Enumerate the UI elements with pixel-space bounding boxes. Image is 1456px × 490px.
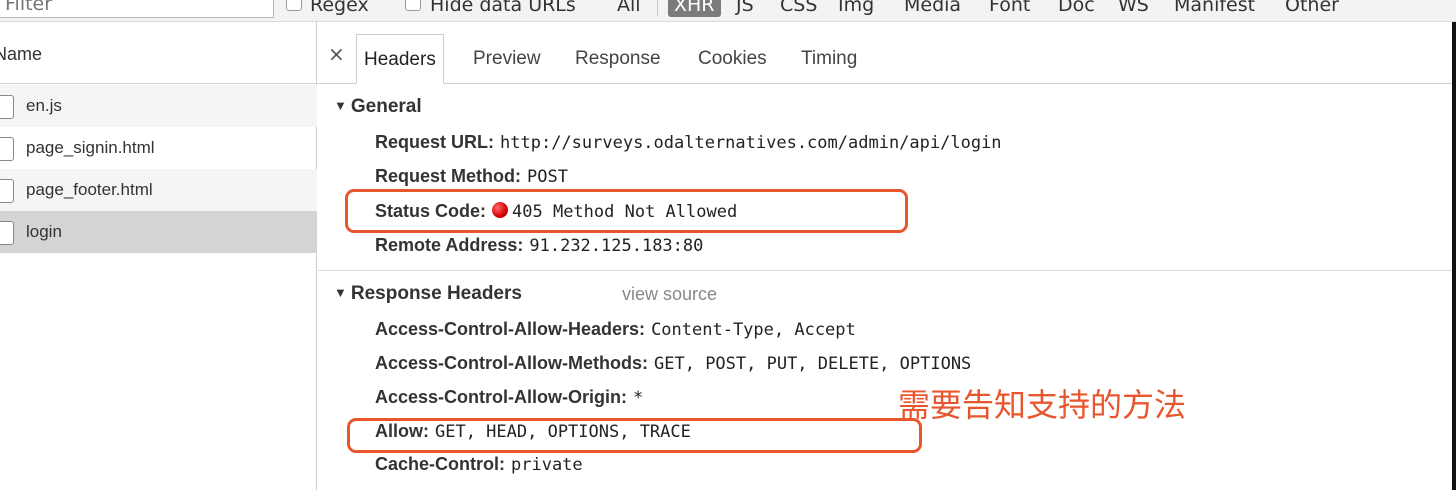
type-filter-manifest[interactable]: Manifest [1174,0,1255,17]
section-divider [318,270,1456,271]
collapse-triangle-icon: ▼ [334,98,347,113]
request-details: × Headers Preview Response Cookies Timin… [318,22,1456,490]
header-row-request-url: Request URL: http://surveys.odalternative… [375,132,1002,153]
header-value: Content-Type, Accept [651,320,856,340]
header-value: POST [527,167,568,187]
tab-timing[interactable]: Timing [794,34,864,84]
header-row-acao: Access-Control-Allow-Origin: * [375,387,643,408]
header-row-remote-address: Remote Address: 91.232.125.183:80 [375,235,703,256]
type-filter-js[interactable]: JS [736,0,754,17]
tab-response[interactable]: Response [568,34,668,84]
type-filter-css[interactable]: CSS [780,0,817,17]
header-row-acah: Access-Control-Allow-Headers: Content-Typ… [375,319,856,340]
request-file-icon [0,179,14,203]
header-value: * [633,388,644,408]
request-row-page-footer[interactable]: page_footer.html [0,169,317,211]
type-filter-xhr[interactable]: XHR [668,0,721,17]
scrollbar[interactable] [1452,22,1456,490]
collapse-triangle-icon: ▼ [334,285,347,300]
header-value: private [511,455,583,475]
type-filter-ws[interactable]: WS [1118,0,1149,17]
header-row-acam: Access-Control-Allow-Methods: GET, POST, … [375,353,971,374]
type-filter-media[interactable]: Media [904,0,961,17]
header-value: GET, POST, PUT, DELETE, OPTIONS [654,354,972,374]
request-name: login [26,222,62,241]
name-column-label: Name [0,44,43,64]
status-code-highlight-box [345,189,908,233]
header-row-request-method: Request Method: POST [375,166,568,187]
header-key: Request Method: [375,166,521,186]
header-key: Remote Address: [375,235,524,255]
type-filter-font[interactable]: Font [989,0,1030,17]
header-key: Access-Control-Allow-Methods: [375,353,649,373]
header-key: Cache-Control: [375,454,505,474]
regex-checkbox[interactable] [286,0,302,11]
details-tabbar: × Headers Preview Response Cookies Timin… [318,22,1456,84]
tab-cookies[interactable]: Cookies [691,34,774,84]
request-file-icon [0,95,14,119]
header-value: http://surveys.odalternatives.com/admin/… [500,133,1002,153]
annotation-text: 需要告知支持的方法 [898,386,1187,424]
request-name: en.js [26,96,62,115]
type-filter-doc[interactable]: Doc [1058,0,1095,17]
regex-label: Regex [310,0,369,16]
header-row-cache-control: Cache-Control: private [375,454,583,475]
response-headers-section-toggle[interactable]: ▼ Response Headers [334,283,522,305]
response-headers-section-title: Response Headers [350,283,522,304]
general-section-title: General [350,96,422,117]
request-row-login[interactable]: login [0,211,317,253]
close-icon[interactable]: × [328,42,345,66]
header-key: Access-Control-Allow-Origin: [375,387,628,407]
type-filter-all[interactable]: All [617,0,641,17]
filter-separator [657,0,658,16]
hide-data-urls-checkbox[interactable] [405,0,421,11]
hide-data-urls-label: Hide data URLs [430,0,576,16]
type-filter-img[interactable]: Img [838,0,874,17]
request-file-icon [0,137,14,161]
filter-toolbar: Regex Hide data URLs All XHR JS CSS Img … [0,0,1456,22]
name-column-header[interactable]: Name [0,22,317,84]
filter-input[interactable] [0,0,274,18]
header-value: 91.232.125.183:80 [529,236,704,256]
request-name: page_signin.html [26,138,155,157]
request-list: Name en.js page_signin.html page_footer.… [0,22,317,490]
request-file-icon [0,221,14,245]
view-source-link[interactable]: view source [622,284,717,305]
tab-preview[interactable]: Preview [466,34,548,84]
header-key: Access-Control-Allow-Headers: [375,319,646,339]
request-row-page-signin[interactable]: page_signin.html [0,127,317,169]
allow-highlight-box [347,418,922,453]
type-filter-other[interactable]: Other [1285,0,1339,17]
general-section-toggle[interactable]: ▼ General [334,96,422,118]
header-key: Request URL: [375,132,495,152]
request-name: page_footer.html [26,180,153,199]
tab-headers[interactable]: Headers [356,34,444,84]
request-row-en-js[interactable]: en.js [0,85,317,127]
